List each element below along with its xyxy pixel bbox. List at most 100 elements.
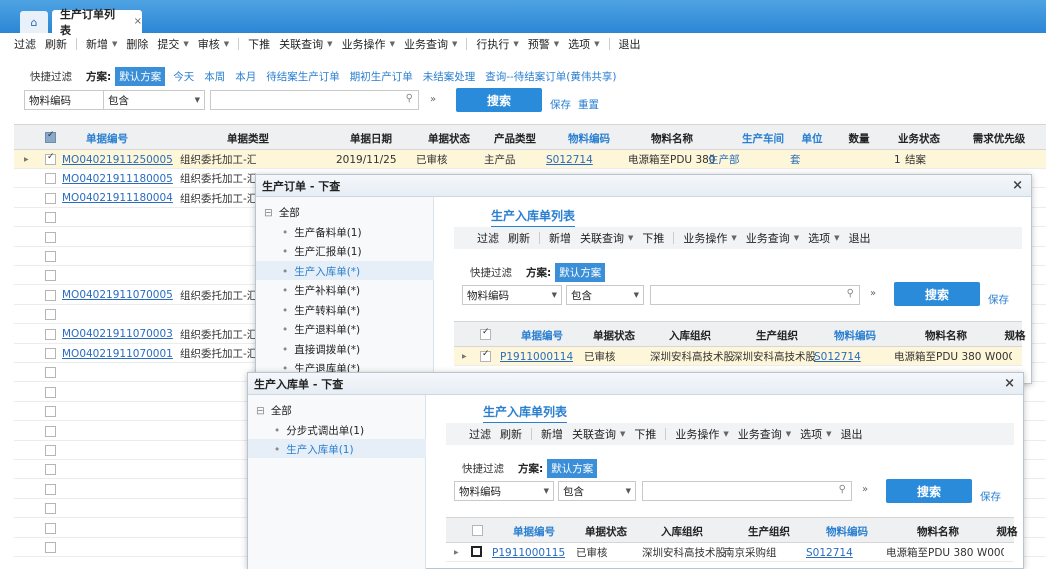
quick-filter-link-2[interactable]: 本月 [235,71,256,83]
toolbar-item-3[interactable]: 关联查询 [580,230,624,246]
search-button[interactable]: 搜索 [456,88,542,112]
row-checkbox[interactable] [45,173,56,185]
column-header-0[interactable]: 单据编号 [502,322,582,348]
search-op-select[interactable]: 包含 ▼ [103,90,205,110]
row-checkbox[interactable] [45,212,56,224]
toolbar-item-8[interactable]: 业务操作 [342,36,386,52]
close-icon[interactable]: × [1004,376,1015,391]
material-code-cell[interactable]: S012714 [814,347,861,366]
dialog2-search-button[interactable]: 搜索 [886,479,972,503]
tree-item-3[interactable]: • 生产入库单(*) [282,264,360,279]
document-number-cell[interactable]: MO04021911070005 [62,286,174,305]
row-checkbox[interactable] [45,348,56,359]
expand-chevron-icon[interactable]: » [430,94,436,105]
toolbar-item-9[interactable]: 业务查询 [404,36,448,52]
row-expand-icon[interactable]: ▶ [24,156,29,163]
document-number-cell[interactable]: MO04021911070003 [62,325,174,344]
dialog2-row[interactable]: ▶ P1911000115 已审核 深圳安科高技术股 南京采购组 S012714 电源箱至… [446,543,1014,562]
column-header-2[interactable]: 单据日期 [332,125,410,151]
column-header-0[interactable]: 单据编号 [494,518,574,544]
row-checkbox[interactable] [45,231,56,243]
toolbar-item-8[interactable]: 退出 [841,426,863,442]
column-header-2[interactable]: 入库组织 [642,518,722,544]
row-checkbox[interactable] [45,386,56,398]
toolbar-item-7[interactable]: 选项 [800,426,822,442]
toolbar-item-13[interactable]: 退出 [619,36,641,52]
quick-filter-link-3[interactable]: 待结案生产订单 [266,71,340,83]
toolbar-item-7[interactable]: 关联查询 [279,36,323,52]
toolbar-item-4[interactable]: 提交 [157,36,179,52]
column-header-2[interactable]: 入库组织 [650,322,730,348]
toolbar-item-0[interactable]: 过滤 [477,230,499,246]
column-header-1[interactable]: 单据状态 [576,518,636,544]
tree-item-0[interactable]: ⊟ 全部 [264,205,300,220]
home-tab[interactable]: ⌂ [20,11,48,33]
column-header-3[interactable]: 生产组织 [738,322,816,348]
column-header-3[interactable]: 生产组织 [730,518,808,544]
row-checkbox[interactable] [45,522,56,534]
toolbar-item-2[interactable]: 新增 [549,230,571,246]
toolbar-item-0[interactable]: 过滤 [469,426,491,442]
toolbar-item-1[interactable]: 刷新 [500,426,522,442]
toolbar-item-2[interactable]: 新增 [541,426,563,442]
column-header-4[interactable]: 产品类型 [482,125,548,151]
row-checkbox[interactable] [45,483,56,495]
tree-item-7[interactable]: • 直接调拨单(*) [282,342,360,357]
default-scheme-chip[interactable]: 默认方案 [115,67,166,86]
select-all-checkbox[interactable] [45,130,56,143]
row-expand-icon[interactable]: ▶ [462,353,467,360]
toolbar-item-12[interactable]: 选项 [568,36,590,52]
tab-production-order-list[interactable]: 生产订单列表 × [52,8,142,37]
row-checkbox[interactable] [45,464,56,476]
column-header-6[interactable]: 物料名称 [628,125,716,151]
dialog2-list-tab[interactable]: 生产入库单列表 [483,403,568,424]
tree-item-2[interactable]: • 生产汇报单(1) [282,244,362,259]
dialog1-field-select[interactable]: 物料编码 ▼ [462,285,562,305]
dialog2-search-input[interactable]: ⚲ [642,481,852,501]
save-link[interactable]: 保存 [550,97,571,112]
row-checkbox[interactable] [45,503,56,515]
toolbar-item-8[interactable]: 退出 [849,230,871,246]
toolbar-item-10[interactable]: 行执行 [476,36,509,52]
tree-item-1[interactable]: • 分步式调出单(1) [274,423,364,438]
document-number-cell[interactable]: P1911000114 [500,347,573,366]
expand-chevron-icon[interactable]: » [862,484,868,495]
toolbar-item-4[interactable]: 下推 [642,230,664,246]
toolbar-item-1[interactable]: 刷新 [45,36,67,52]
row-checkbox[interactable] [45,406,56,418]
toolbar-item-0[interactable]: 过滤 [14,36,36,52]
row-checkbox[interactable] [471,546,482,557]
toolbar-item-11[interactable]: 预警 [528,36,550,52]
column-header-5[interactable]: 物料名称 [890,518,986,544]
row-checkbox[interactable] [45,192,56,204]
tree-item-4[interactable]: • 生产补料单(*) [282,283,360,298]
dialog1-list-tab[interactable]: 生产入库单列表 [491,207,576,228]
document-number-cell[interactable]: MO04021911250005 [62,150,174,169]
toolbar-item-3[interactable]: 关联查询 [572,426,616,442]
material-code-cell[interactable]: S012714 [806,543,853,562]
dialog1-save-link[interactable]: 保存 [988,292,1009,307]
dialog2-op-select[interactable]: 包含 ▼ [558,481,636,501]
select-all-checkbox[interactable] [472,525,483,536]
document-number-cell[interactable]: MO04021911070001 [62,344,174,363]
toolbar-item-6[interactable]: 业务查询 [738,426,782,442]
tree-item-5[interactable]: • 生产转料单(*) [282,303,360,318]
row-checkbox[interactable] [45,542,56,553]
column-header-9[interactable]: 数量 [836,125,882,151]
toolbar-item-3[interactable]: 删除 [126,36,148,52]
row-checkbox[interactable] [45,328,56,340]
tree-item-6[interactable]: • 生产退料单(*) [282,322,360,337]
row-checkbox[interactable] [45,289,56,301]
quick-filter-link-4[interactable]: 期初生产订单 [350,71,413,83]
column-header-1[interactable]: 单据状态 [584,322,644,348]
dialog2-field-select[interactable]: 物料编码 ▼ [454,481,554,501]
quick-filter-link-0[interactable]: 今天 [173,71,194,83]
column-header-3[interactable]: 单据状态 [416,125,482,151]
document-number-cell[interactable]: P1911000115 [492,543,565,562]
quick-filter-link-5[interactable]: 未结案处理 [423,71,476,83]
row-checkbox[interactable] [45,251,56,262]
toolbar-item-5[interactable]: 业务操作 [683,230,727,246]
column-header-4[interactable]: 物料编码 [812,518,882,544]
column-header-5[interactable]: 物料名称 [898,322,994,348]
document-number-cell[interactable]: MO04021911180004 [62,189,174,208]
